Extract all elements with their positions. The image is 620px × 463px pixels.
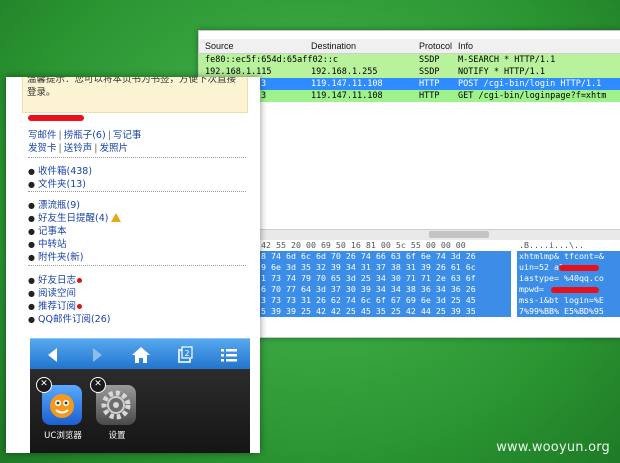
packet-protocol: SSDP [419,67,440,77]
packet-destination: 119.147.11.108 [311,91,383,101]
packet-row[interactable]: 3 119.147.11.108 HTTP GET /cgi-bin/login… [199,90,620,102]
divider [28,265,246,266]
bullet-icon: ● [28,315,35,324]
packet-destination: 119.147.11.108 [311,79,383,89]
new-indicator-icon [77,278,82,283]
packet-info: NOTIFY * HTTP/1.1 [458,67,545,77]
phone-screenshot: 温馨提示：您可以将本页书为书签，方便下次直接登录。 写邮件 | 捞瓶子(6) | 写记事… [6,77,260,453]
back-arrow-icon[interactable] [42,344,64,366]
bullet-icon: ● [28,240,35,249]
packet-row[interactable]: fe80::ec5f:654d:65aff02::c SSDP M-SEARCH… [199,54,620,66]
menu-item-notepad[interactable]: ● 记事本 [28,223,67,237]
menu-item-reading-space[interactable]: ● 阅读空间 [28,285,76,299]
menu-item-attachment-folder[interactable]: ● 附件夹(新) [28,249,83,263]
bullet-icon: ● [28,289,35,298]
bullet-icon: ● [28,214,35,223]
menu-item-transfer-station[interactable]: ● 中转站 [28,236,67,250]
bullet-icon: ● [28,253,35,262]
home-icon[interactable] [130,344,152,366]
menu-label: QQ邮件订阅(26) [37,314,111,325]
packet-row[interactable]: 192.168.1.115 192.168.1.255 SSDP NOTIFY … [199,66,620,78]
tabs-icon[interactable]: 2 [174,344,196,366]
menu-label: 附件夹(新) [37,252,84,263]
packet-list-empty-area [199,103,620,229]
close-app-icon[interactable]: ✕ [36,377,52,393]
packet-source: 3 [261,91,267,101]
packet-info: M-SEARCH * HTTP/1.1 [458,55,556,65]
warning-icon [111,213,122,222]
link-send-photo[interactable]: 发照片 [99,143,128,154]
hex-ascii: mss-i&bt login=%E [517,295,620,306]
bullet-icon: ● [28,180,35,189]
packet-list-header: Source Destination Protocol Info [199,39,620,54]
divider [28,191,246,192]
hex-ascii: iastype= %40qq.co [517,273,620,284]
menu-item-recommended-subscriptions[interactable]: ● 推荐订阅 [28,298,82,312]
hex-ascii: 7%99%BB% E5%BD%95 [517,306,620,317]
menu-list-icon[interactable] [218,344,240,366]
menu-item-birthday-reminder[interactable]: ● 好友生日提醒(4) [28,210,122,224]
hex-bytes: 1 73 74 79 70 65 3d 25 34 30 71 71 2e 63… [259,273,511,284]
browser-toolbar: 2 [30,338,250,370]
new-indicator-icon [77,304,82,309]
packet-capture-window: Source Destination Protocol Info fe80::e… [198,30,620,338]
hex-bytes: 6 70 77 64 3d 37 30 39 34 34 38 36 34 36… [259,284,511,295]
hex-bytes: 5 39 39 25 42 42 25 45 35 25 42 44 25 39… [259,306,511,317]
packet-protocol: HTTP [419,79,440,89]
hex-ascii: xhtmlmp& tfcont=& [517,251,620,262]
menu-label: 文件夹(13) [37,179,86,190]
packet-info: POST /cgi-bin/login HTTP/1.1 [458,79,602,89]
packet-destination: 192.168.1.255 [311,67,378,77]
link-send-ringtone[interactable]: 送铃声 [64,143,93,154]
packet-source: fe80::ec5f:654d:65aff02::c [205,55,339,65]
bookmark-notice: 温馨提示：您可以将本页书为书签，方便下次直接登录。 [22,77,248,113]
packet-protocol: SSDP [419,55,440,65]
app-label: 设置 [108,431,126,441]
hex-bytes: 9 6e 3d 35 32 39 34 31 37 38 31 39 26 61… [259,262,511,273]
tab-count: 2 [184,349,189,358]
menu-item-friend-blog[interactable]: ● 好友日志 [28,272,82,286]
menu-item-drift-bottle[interactable]: ● 漂流瓶(9) [28,197,80,211]
bullet-icon: ● [28,201,35,210]
hex-dump-pane: 42 55 20 00 69 50 16 81 00 5c 55 00 00 0… [199,240,620,337]
menu-item-inbox[interactable]: ● 收件箱(438) [28,163,92,177]
notice-text: 温馨提示：您可以将本页书为书签，方便下次直接登录。 [27,77,237,98]
column-source[interactable]: Source [205,41,234,51]
bullet-icon: ● [28,167,35,176]
hex-ascii: .B....i...\.. [517,240,620,251]
scrollbar-thumb[interactable] [429,231,489,238]
watermark: www.wooyun.org [496,440,610,455]
menu-item-qq-mail-subscriptions[interactable]: ● QQ邮件订阅(26) [28,311,110,325]
quick-links-row-2: 发贺卡 | 送铃声 | 发照片 [28,143,128,154]
hex-bytes: 3 73 73 31 26 62 74 6c 6f 67 69 6e 3d 25… [259,295,511,306]
app-label: UC浏览器 [44,431,82,441]
packet-row-selected[interactable]: 3 119.147.11.108 HTTP POST /cgi-bin/logi… [199,78,620,90]
forward-arrow-icon[interactable] [86,344,108,366]
hex-bytes: 8 74 6d 6c 6d 70 26 74 66 63 6f 6e 74 3d… [259,251,511,262]
menu-item-folders[interactable]: ● 文件夹(13) [28,176,86,190]
close-app-icon[interactable]: ✕ [90,377,106,393]
column-protocol[interactable]: Protocol [419,41,452,51]
column-info[interactable]: Info [458,41,473,51]
link-send-card[interactable]: 发贺卡 [28,143,57,154]
redaction-mark [28,115,84,121]
bullet-icon: ● [28,302,35,311]
packet-protocol: HTTP [419,91,440,101]
redaction-mark [551,287,599,293]
bullet-icon: ● [28,227,35,236]
packet-source: 3 [261,79,267,89]
redaction-mark [559,265,599,271]
divider [28,157,246,158]
packet-info: GET /cgi-bin/loginpage?f=xhtm [458,91,607,101]
quick-links-row-1: 写邮件 | 捞瓶子(6) | 写记事 [28,130,142,141]
app-switcher-tray: ✕ UC浏览器 ✕ 设置 [30,369,250,453]
column-destination[interactable]: Destination [311,41,356,51]
bullet-icon: ● [28,276,35,285]
hex-bytes: 42 55 20 00 69 50 16 81 00 5c 55 00 00 0… [259,240,511,251]
